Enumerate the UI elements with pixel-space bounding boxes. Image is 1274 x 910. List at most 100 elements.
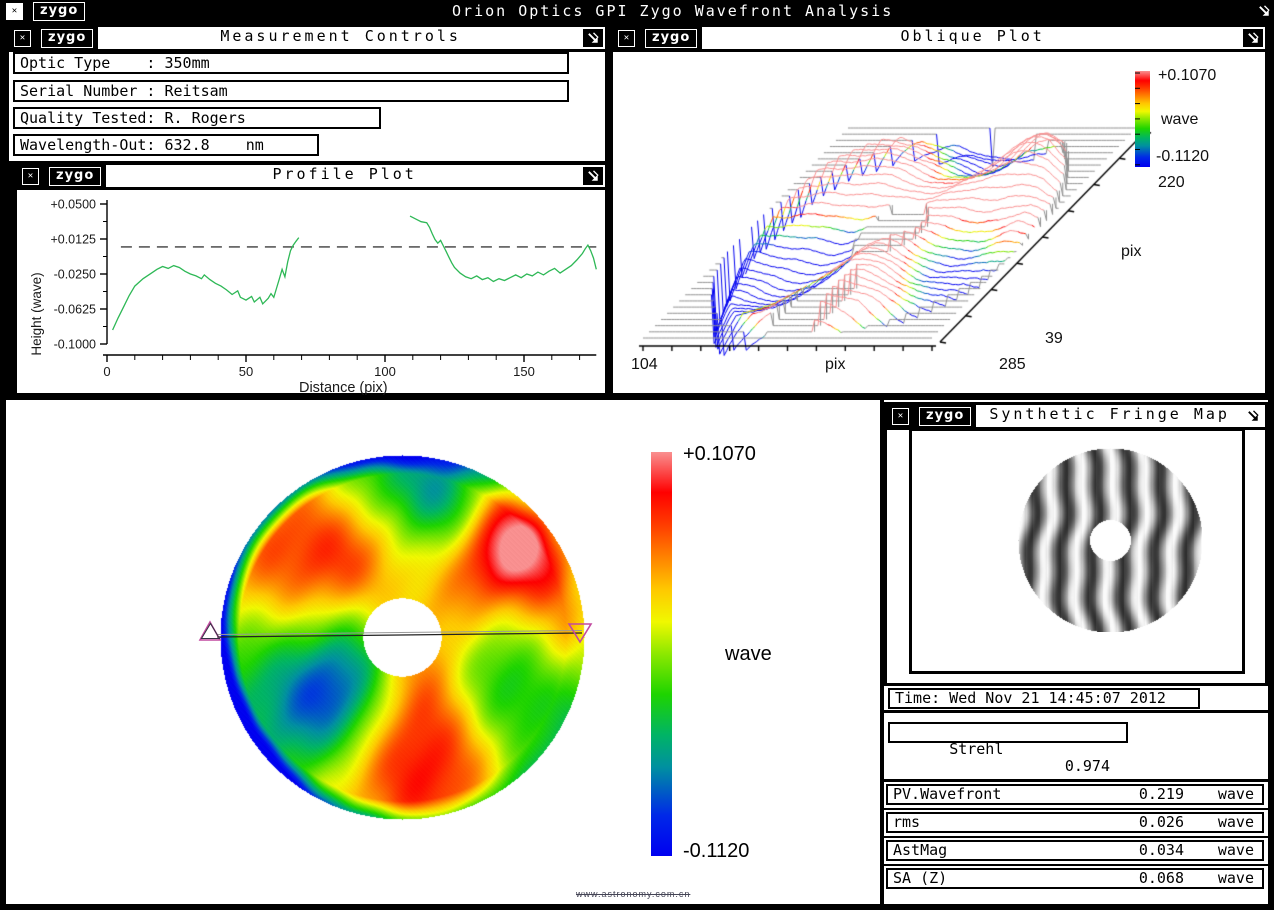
oblique-depth-axis-min: 39 [1045,330,1063,348]
stat-label: AstMag [888,842,1112,859]
svg-text:Distance (pix): Distance (pix) [299,380,388,396]
panel-close-icon[interactable]: ✕ [14,30,31,47]
fringe-map-frame [909,428,1245,674]
svg-text:+0.0125: +0.0125 [50,233,96,247]
stat-label: rms [888,814,1112,831]
strehl-field[interactable]: Strehl 0.974 [888,722,1128,743]
panel-window-controls: ✕ zygo [887,405,976,427]
stat-unit: wave [1184,786,1262,803]
svg-text:-0.1000: -0.1000 [54,338,96,352]
oblique-surface-plot [618,60,1158,366]
stat-row-astmag[interactable]: AstMag 0.034 wave [886,840,1264,861]
wavefront-map-area: +0.1070 wave -0.1120 www.astronomy.com.c… [6,400,880,904]
oblique-plot-title-bar: ✕ zygo Oblique Plot [613,27,1265,52]
stat-label: PV.Wavefront [888,786,1112,803]
panel-menu-arrow-icon[interactable] [583,167,603,185]
fringe-map-title-bar: ✕ zygo Synthetic Fringe Map [887,405,1265,430]
divider [882,779,1270,782]
panel-title: Oblique Plot [702,27,1243,49]
stat-unit: wave [1184,814,1262,831]
time-field[interactable]: Time: Wed Nov 21 14:45:07 2012 [888,688,1200,709]
profile-plot-title-bar: ✕ zygo Profile Plot [17,165,605,190]
stat-value: 0.026 [1112,814,1184,831]
quality-tested-field[interactable]: Quality Tested: R. Rogers [13,107,381,129]
measurement-controls-title-bar: ✕ zygo Measurement Controls [9,27,605,52]
profile-plot-panel: ✕ zygo Profile Plot +0.0500 +0.0125 -0.025… [14,162,608,396]
window-close-icon[interactable]: ✕ [6,3,23,20]
stat-label: SA (Z) [888,870,1112,887]
stat-row-pv-wavefront[interactable]: PV.Wavefront 0.219 wave [886,784,1264,805]
stat-unit: wave [1184,870,1262,887]
oblique-colorbar-units: wave [1161,111,1198,129]
field-value: R. Rogers [155,109,245,127]
main-window-title: Orion Optics GPI Zygo Wavefront Analysis [91,2,1254,20]
oblique-colorbar-max: +0.1070 [1158,67,1216,85]
oblique-plot-panel: ✕ zygo Oblique Plot +0.1070 wave -0.1120… [610,24,1268,396]
svg-text:-0.0625: -0.0625 [54,303,96,317]
stat-value: 0.219 [1112,786,1184,803]
oblique-x-axis-label: pix [825,356,845,374]
map-colorbar-max: +0.1070 [683,443,756,466]
panel-close-icon[interactable]: ✕ [618,30,635,47]
optic-type-field[interactable]: Optic Type : 350mm [13,52,569,74]
measurement-controls-panel: ✕ zygo Measurement Controls Optic Type :… [6,24,608,164]
divider [882,836,1270,838]
svg-text:100: 100 [374,364,396,379]
map-colorbar-min: -0.1120 [683,840,749,863]
oblique-x-axis-max: 285 [999,356,1026,374]
strehl-value: 0.974 [1065,758,1110,775]
divider [882,864,1270,866]
panel-menu-arrow-icon[interactable] [1243,29,1263,47]
wavelength-out-field[interactable]: Wavelength-Out: 632.8 nm [13,134,319,156]
panel-close-icon[interactable]: ✕ [22,168,39,185]
stat-unit: wave [1184,842,1262,859]
panel-window-controls: ✕ zygo [613,27,702,49]
field-label: Serial Number : [20,82,155,100]
map-colorbar [651,452,672,856]
svg-text:Height (wave): Height (wave) [29,272,44,355]
results-column: ✕ zygo Synthetic Fringe Map Time: Wed No… [884,400,1268,904]
serial-number-field[interactable]: Serial Number : Reitsam [13,80,569,102]
synthetic-fringe-map-panel: ✕ zygo Synthetic Fringe Map [884,402,1268,686]
field-label: Optic Type : [20,54,155,72]
zygo-logo: zygo [41,29,93,48]
stat-value: 0.034 [1112,842,1184,859]
stat-row-rms[interactable]: rms 0.026 wave [886,812,1264,833]
window-menu-arrow-icon[interactable] [1254,2,1274,20]
panel-menu-arrow-icon[interactable] [1243,407,1263,425]
zygo-logo: zygo [919,407,971,426]
map-colorbar-units: wave [725,643,772,666]
field-label: Wavelength-Out: [20,136,155,154]
divider [882,710,1270,713]
profile-section-line[interactable] [190,616,610,670]
panel-window-controls: ✕ zygo [9,27,98,49]
panel-title: Profile Plot [106,165,583,187]
svg-text:-0.0250: -0.0250 [54,268,96,282]
panel-menu-arrow-icon[interactable] [583,29,603,47]
svg-text:50: 50 [239,364,253,379]
oblique-x-axis-min: 104 [631,356,658,374]
divider [882,808,1270,810]
stat-value: 0.068 [1112,870,1184,887]
zygo-logo: zygo [33,2,85,21]
main-window-controls: ✕ zygo [0,0,91,22]
watermark: www.astronomy.com.cn [576,889,690,899]
zygo-logo: zygo [645,29,697,48]
main-title-bar: ✕ zygo Orion Optics GPI Zygo Wavefront A… [0,0,1274,22]
strehl-label: Strehl [949,740,1003,758]
svg-text:0: 0 [103,364,110,379]
panel-close-icon[interactable]: ✕ [892,408,909,425]
field-value: Reitsam [155,82,227,100]
oblique-depth-axis-label: pix [1121,243,1141,261]
svg-text:+0.0500: +0.0500 [50,198,96,212]
stat-row-sa-z[interactable]: SA (Z) 0.068 wave [886,868,1264,889]
zygo-application-window: ✕ zygo Orion Optics GPI Zygo Wavefront A… [0,0,1274,910]
profile-plot-chart: +0.0500 +0.0125 -0.0250 -0.0625 -0.1000 Heigh… [17,190,603,396]
fringe-map-image [1018,448,1202,632]
zygo-logo: zygo [49,167,101,186]
panel-title: Measurement Controls [98,27,583,49]
oblique-colorbar [1135,71,1150,167]
panel-window-controls: ✕ zygo [17,165,106,187]
field-value: 350mm [155,54,209,72]
panel-title: Synthetic Fringe Map [976,405,1243,427]
